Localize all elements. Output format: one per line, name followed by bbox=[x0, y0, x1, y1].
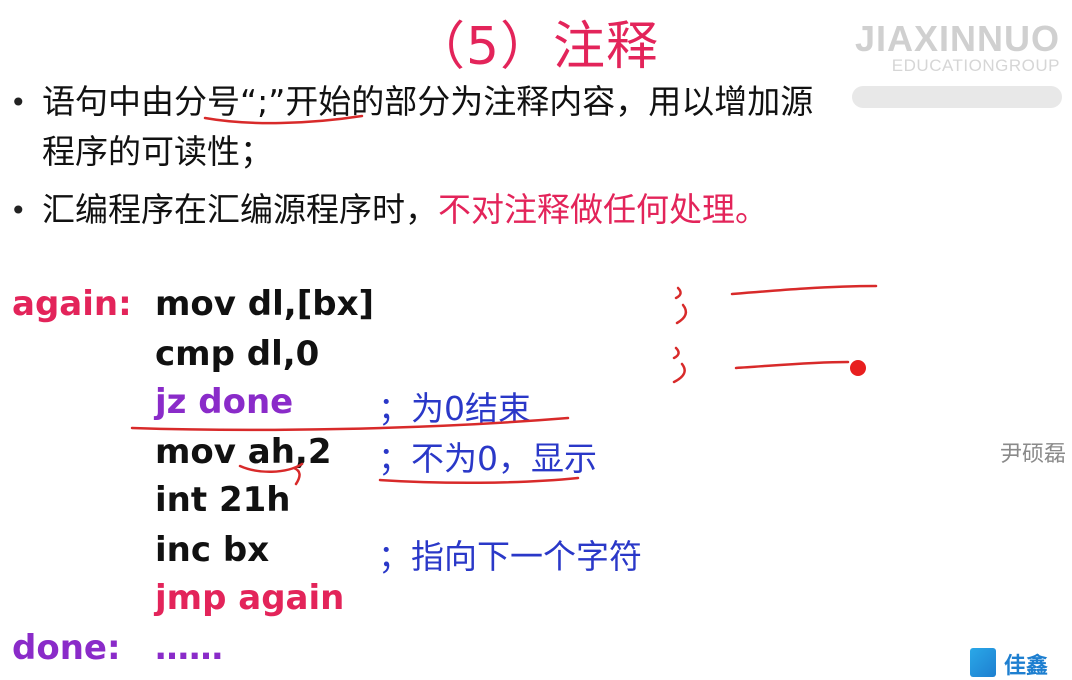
watermark-line2: EDUCATIONGROUP bbox=[891, 56, 1060, 75]
code-line-3: jz done bbox=[155, 382, 294, 422]
watermark-line1: JIAXINNUO bbox=[854, 18, 1060, 59]
code-comment-4: ；不为0，显示 bbox=[378, 439, 597, 478]
watermark-bar bbox=[852, 86, 1062, 108]
code-line-8: …… bbox=[155, 628, 223, 668]
logo-icon bbox=[970, 648, 996, 677]
bullet-1-line-b: 程序的可读性； bbox=[42, 132, 273, 171]
bullet-2: 汇编程序在汇编源程序时，不对注释做任何处理。 bbox=[42, 186, 768, 234]
code-line-7: jmp again bbox=[155, 578, 345, 618]
ink-semicolon-2 bbox=[672, 346, 686, 384]
bullet-dot-2: • bbox=[10, 194, 27, 227]
code-label-done: done: bbox=[12, 628, 121, 668]
code-line-1: mov dl,[bx] bbox=[155, 284, 375, 324]
side-name: 尹硕磊 bbox=[1000, 442, 1067, 467]
bullet-2-plain: 汇编程序在汇编源程序时， bbox=[42, 190, 438, 229]
bullet-2-highlight: 不对注释做任何处理。 bbox=[438, 190, 768, 229]
code-line-4: mov ah,2 bbox=[155, 432, 332, 472]
bullet-dot-1: • bbox=[10, 86, 27, 119]
code-line-2: cmp dl,0 bbox=[155, 334, 320, 374]
ink-dash-2 bbox=[734, 360, 850, 370]
ink-dash-1 bbox=[730, 284, 878, 296]
logo-text: 佳鑫 bbox=[1004, 654, 1049, 679]
cursor-dot bbox=[850, 360, 866, 376]
code-label-again: again: bbox=[12, 284, 132, 324]
code-line-6: inc bx bbox=[155, 530, 270, 570]
bullet-1-line-a: 语句中由分号“;”开始的部分为注释内容，用以增加源 bbox=[42, 82, 814, 121]
code-comment-6: ；指向下一个字符 bbox=[378, 537, 642, 576]
code-line-5: int 21h bbox=[155, 480, 291, 520]
ink-semicolon-1 bbox=[674, 286, 688, 325]
code-comment-3: ；为0结束 bbox=[378, 389, 531, 428]
